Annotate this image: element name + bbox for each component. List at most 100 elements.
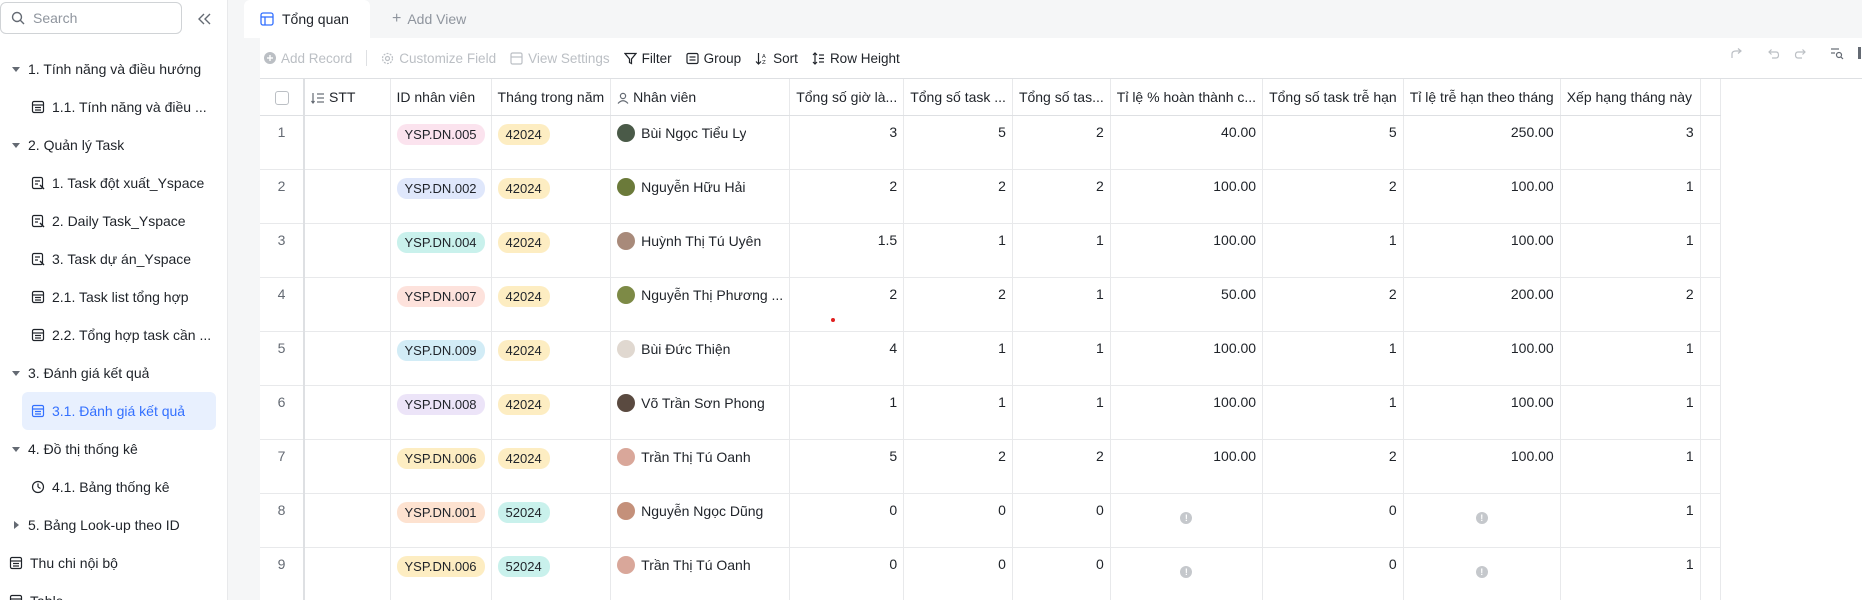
cell-id[interactable]: YSP.DN.001 (390, 493, 492, 548)
cell-id[interactable]: YSP.DN.009 (390, 331, 492, 386)
tab-tong-quan[interactable]: Tổng quan (244, 0, 370, 38)
search-input[interactable]: Search (0, 2, 182, 34)
cell-tasks[interactable]: 1 (903, 223, 1013, 278)
sidebar-item-14[interactable]: Table (0, 582, 228, 600)
redo-icon[interactable] (1794, 46, 1808, 60)
header-employee[interactable]: Nhân viên (610, 79, 791, 116)
cell-month[interactable]: 52024 (491, 493, 612, 548)
cell-id[interactable]: YSP.DN.005 (390, 115, 492, 170)
row-number[interactable]: 4 (260, 277, 304, 332)
cell-id[interactable]: YSP.DN.008 (390, 385, 492, 440)
cell-tasks-done[interactable]: 1 (1012, 385, 1111, 440)
cell-stt[interactable] (303, 277, 391, 332)
cell-late-rate[interactable]: 100.00 (1403, 223, 1561, 278)
undo-icon[interactable] (1766, 46, 1780, 60)
cell-tasks-done[interactable]: 0 (1012, 547, 1111, 600)
cell-late-rate[interactable]: 250.00 (1403, 115, 1561, 170)
cell-id[interactable]: YSP.DN.006 (390, 547, 492, 600)
cell-tasks-done[interactable]: 2 (1012, 115, 1111, 170)
add-record-button[interactable]: Add Record (264, 46, 352, 70)
find-records-icon[interactable] (1830, 46, 1844, 60)
more-icon[interactable] (1858, 46, 1862, 60)
cell-late[interactable]: 5 (1262, 115, 1404, 170)
cell-hours[interactable]: 5 (789, 439, 905, 494)
cell-tasks[interactable]: 2 (903, 277, 1013, 332)
cell-hours[interactable]: 4 (789, 331, 905, 386)
cell-id[interactable]: YSP.DN.007 (390, 277, 492, 332)
collapse-sidebar-icon[interactable] (196, 10, 214, 28)
cell-rank[interactable]: 1 (1560, 223, 1701, 278)
table-row[interactable]: 3 YSP.DN.004 42024 Huỳnh Thị Tú Uyên 1.5 1 1 10… (260, 223, 1721, 278)
cell-late[interactable]: 1 (1262, 331, 1404, 386)
group-button[interactable]: Group (686, 46, 741, 70)
cell-late[interactable]: 0 (1262, 493, 1404, 548)
cell-late[interactable]: 1 (1262, 385, 1404, 440)
cell-id[interactable]: YSP.DN.002 (390, 169, 492, 224)
cell-month[interactable]: 42024 (491, 223, 612, 278)
sidebar-item-3[interactable]: 1. Task đột xuất_Yspace (0, 164, 228, 202)
table-row[interactable]: 1 YSP.DN.005 42024 Bùi Ngọc Tiểu Ly 3 5 2 40.00… (260, 115, 1721, 170)
table-row[interactable]: 5 YSP.DN.009 42024 Bùi Đức Thiện 4 1 1 100.00 1 1… (260, 331, 1721, 386)
cell-rank[interactable]: 1 (1560, 547, 1701, 600)
cell-employee[interactable]: Trần Thị Tú Oanh (610, 439, 791, 494)
cell-month[interactable]: 42024 (491, 115, 612, 170)
cell-rank[interactable]: 1 (1560, 331, 1701, 386)
table-row[interactable]: 6 YSP.DN.008 42024 Võ Trần Sơn Phong 1 1 1 100.… (260, 385, 1721, 440)
cell-late[interactable]: 1 (1262, 223, 1404, 278)
cell-month[interactable]: 42024 (491, 385, 612, 440)
cell-hours[interactable]: 2 (789, 277, 905, 332)
cell-pct-done[interactable]: 100.00 (1110, 169, 1264, 224)
customize-field-button[interactable]: Customize Field (381, 46, 496, 70)
cell-stt[interactable] (303, 493, 391, 548)
sidebar-item-0[interactable]: 1. Tính năng và điều hướng (0, 50, 228, 88)
cell-late-rate[interactable]: ! (1403, 493, 1561, 548)
cell-hours[interactable]: 1.5 (789, 223, 905, 278)
row-number[interactable]: 7 (260, 439, 304, 494)
cell-stt[interactable] (303, 331, 391, 386)
share-icon[interactable] (1730, 46, 1744, 60)
cell-pct-done[interactable]: 100.00 (1110, 385, 1264, 440)
cell-stt[interactable] (303, 169, 391, 224)
cell-tasks-done[interactable]: 1 (1012, 277, 1111, 332)
cell-rank[interactable]: 1 (1560, 439, 1701, 494)
row-number[interactable]: 2 (260, 169, 304, 224)
cell-late-rate[interactable]: 200.00 (1403, 277, 1561, 332)
add-view-button[interactable]: + Add View (392, 0, 466, 38)
header-month[interactable]: Tháng trong năm (491, 79, 612, 116)
chevron-right-icon[interactable] (10, 519, 22, 531)
filter-button[interactable]: Filter (623, 46, 672, 70)
header-rank[interactable]: Xếp hạng tháng này (1560, 79, 1701, 116)
cell-stt[interactable] (303, 115, 391, 170)
cell-pct-done[interactable]: ! (1110, 493, 1264, 548)
table-row[interactable]: 7 YSP.DN.006 42024 Trần Thị Tú Oanh 5 2 2 100.0… (260, 439, 1721, 494)
cell-employee[interactable]: Nguyễn Hữu Hải (610, 169, 791, 224)
cell-rank[interactable]: 1 (1560, 169, 1701, 224)
cell-stt[interactable] (303, 223, 391, 278)
sidebar-item-5[interactable]: 3. Task dự án_Yspace (0, 240, 228, 278)
cell-tasks[interactable]: 0 (903, 547, 1013, 600)
sort-button[interactable]: AZ Sort (755, 46, 798, 70)
cell-rank[interactable]: 3 (1560, 115, 1701, 170)
select-all-checkbox[interactable] (260, 79, 304, 116)
chevron-down-icon[interactable] (10, 63, 22, 75)
cell-late-rate[interactable]: 100.00 (1403, 385, 1561, 440)
cell-hours[interactable]: 2 (789, 169, 905, 224)
header-stt[interactable]: STT (303, 79, 391, 116)
chevron-down-icon[interactable] (10, 139, 22, 151)
view-settings-button[interactable]: View Settings (510, 46, 610, 70)
cell-late[interactable]: 2 (1262, 439, 1404, 494)
cell-late[interactable]: 2 (1262, 277, 1404, 332)
cell-month[interactable]: 52024 (491, 547, 612, 600)
cell-tasks[interactable]: 0 (903, 493, 1013, 548)
cell-id[interactable]: YSP.DN.004 (390, 223, 492, 278)
cell-late-rate[interactable]: 100.00 (1403, 331, 1561, 386)
row-number[interactable]: 8 (260, 493, 304, 548)
sidebar-item-8[interactable]: 3. Đánh giá kết quả (0, 354, 228, 392)
cell-employee[interactable]: Huỳnh Thị Tú Uyên (610, 223, 791, 278)
cell-hours[interactable]: 1 (789, 385, 905, 440)
cell-rank[interactable]: 1 (1560, 385, 1701, 440)
cell-employee[interactable]: Nguyễn Ngọc Dũng (610, 493, 791, 548)
header-tasks-done[interactable]: Tổng số tas... (1012, 79, 1111, 116)
cell-tasks[interactable]: 1 (903, 385, 1013, 440)
cell-late[interactable]: 2 (1262, 169, 1404, 224)
